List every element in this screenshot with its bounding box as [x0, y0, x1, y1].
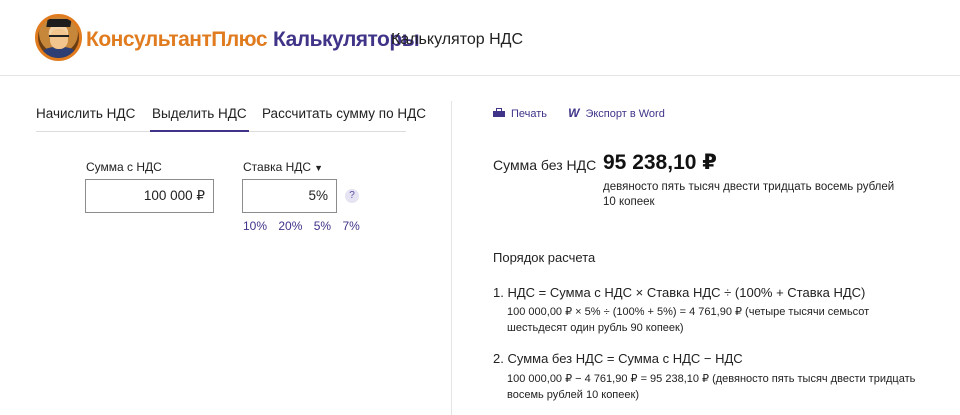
- brand-name: КонсультантПлюс: [86, 28, 268, 51]
- help-icon[interactable]: ?: [345, 189, 359, 203]
- word-icon: W: [568, 106, 580, 120]
- print-label: Печать: [511, 108, 548, 120]
- step-1-calc: 100 000,00 ₽ × 5% ÷ (100% + 5%) = 4 761,…: [507, 306, 870, 334]
- rate-options: 10% 20% 5% 7%: [243, 219, 368, 233]
- rate-label-text: Ставка НДС: [243, 160, 312, 174]
- step-2-formula: 2. Сумма без НДС = Сумма с НДС − НДС: [493, 351, 743, 366]
- tab-bar: Начислить НДС Выделить НДС Рассчитать су…: [36, 100, 426, 132]
- rate-option-5[interactable]: 5%: [314, 219, 331, 233]
- export-word-button[interactable]: W Экспорт в Word: [568, 106, 665, 120]
- result-words: девяносто пять тысяч двести тридцать вос…: [603, 181, 895, 208]
- amount-input[interactable]: 100 000 ₽: [85, 179, 214, 213]
- step-1-formula: 1. НДС = Сумма с НДС × Ставка НДС ÷ (100…: [493, 285, 866, 300]
- rate-label[interactable]: Ставка НДС ▼: [243, 160, 323, 174]
- tab-add-vat[interactable]: Начислить НДС: [36, 106, 135, 121]
- consultant-logo-icon[interactable]: [35, 14, 82, 61]
- caret-down-icon: ▼: [314, 163, 323, 173]
- rate-input[interactable]: 5%: [242, 179, 337, 213]
- printer-icon: [493, 108, 505, 118]
- actions-bar: Печать W Экспорт в Word: [493, 106, 683, 120]
- tab-calc-by-vat[interactable]: Рассчитать сумму по НДС: [262, 106, 426, 121]
- rate-option-20[interactable]: 20%: [278, 219, 302, 233]
- step-2-calc: 100 000,00 ₽ − 4 761,90 ₽ = 95 238,10 ₽ …: [507, 373, 916, 401]
- export-label: Экспорт в Word: [585, 108, 665, 120]
- amount-label: Сумма с НДС: [86, 160, 162, 174]
- order-title: Порядок расчета: [493, 250, 596, 265]
- column-divider: [451, 101, 452, 415]
- rate-option-10[interactable]: 10%: [243, 219, 267, 233]
- brand-logo[interactable]: КонсультантПлюс Калькуляторы: [86, 28, 420, 52]
- rate-option-7[interactable]: 7%: [342, 219, 359, 233]
- page-title: Калькулятор НДС: [391, 31, 524, 48]
- print-button[interactable]: Печать: [493, 108, 547, 120]
- result-value: 95 238,10 ₽: [603, 151, 717, 174]
- tab-extract-vat[interactable]: Выделить НДС: [150, 106, 249, 132]
- result-label: Сумма без НДС: [493, 157, 597, 173]
- header: КонсультантПлюс Калькуляторы Калькулятор …: [0, 0, 960, 76]
